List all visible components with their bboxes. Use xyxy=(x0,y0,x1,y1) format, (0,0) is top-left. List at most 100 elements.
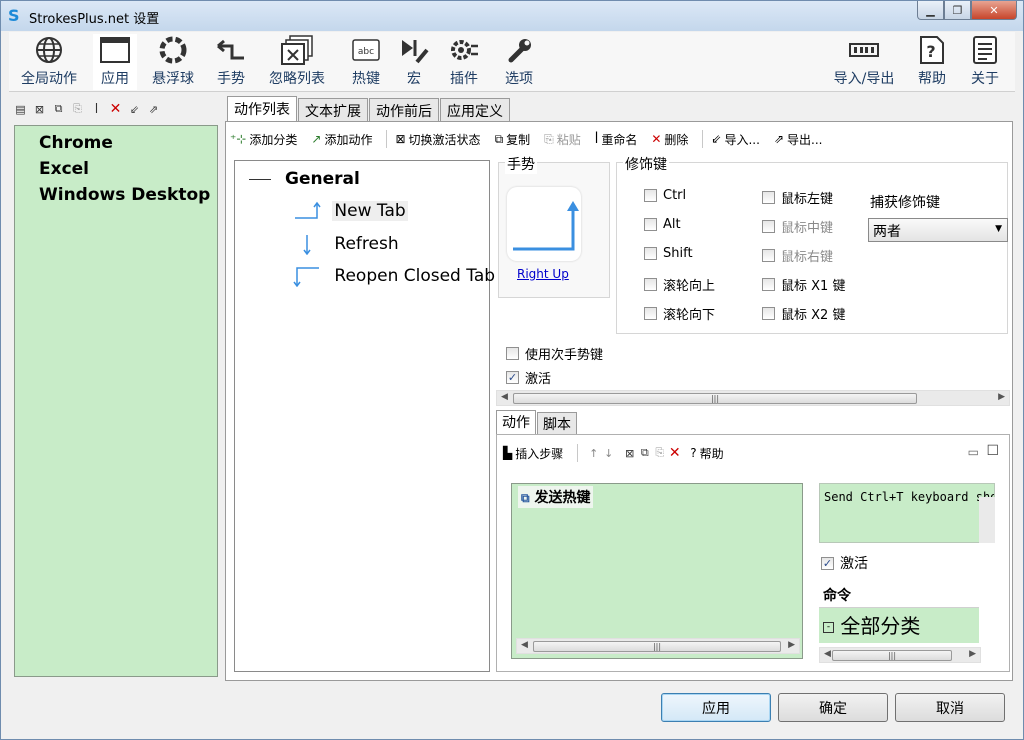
insert-step-button[interactable]: ▙ 插入步骤 xyxy=(503,445,563,462)
ctrl-checkbox[interactable]: Ctrl xyxy=(644,188,686,203)
app-item-excel[interactable]: Excel xyxy=(37,156,217,182)
about-button[interactable]: 关于 xyxy=(965,34,1005,90)
move-down-icon[interactable]: ↓ xyxy=(601,446,616,461)
step-help-button[interactable]: ? 帮助 xyxy=(690,445,723,462)
scroll-left-icon[interactable]: ◀ xyxy=(521,640,528,650)
toggle-app-icon[interactable]: ⊠ xyxy=(32,102,47,117)
command-list[interactable]: - 全部分类 xyxy=(819,607,979,643)
tab-before-after[interactable]: 动作前后 xyxy=(369,98,439,121)
global-actions-button[interactable]: 全局动作 xyxy=(17,34,81,90)
mouse-right-checkbox[interactable]: 鼠标右键 xyxy=(762,246,833,265)
export-app-icon[interactable]: ⇗ xyxy=(146,102,161,117)
scroll-left-icon[interactable]: ◀ xyxy=(501,392,508,402)
minimize-panel-icon[interactable]: ▭ xyxy=(968,445,979,459)
tab-actions[interactable]: 动作 xyxy=(496,410,536,434)
minimize-button[interactable]: ▁ xyxy=(917,1,944,20)
mouse-middle-checkbox[interactable]: 鼠标中键 xyxy=(762,217,833,236)
details-horizontal-scrollbar[interactable]: ◀ ||| ▶ xyxy=(496,390,1010,406)
ok-button[interactable]: 确定 xyxy=(778,693,888,722)
scroll-right-icon[interactable]: ▶ xyxy=(969,649,976,659)
capture-modifiers-select[interactable]: 两者 ▼ xyxy=(868,218,1008,242)
scrollbar-thumb[interactable]: ||| xyxy=(533,641,781,652)
maximize-button[interactable]: ❐ xyxy=(944,1,971,20)
command-horizontal-scrollbar[interactable]: ◀ ||| ▶ xyxy=(819,647,981,663)
options-button[interactable]: 选项 xyxy=(501,34,537,90)
toggle-active-button[interactable]: ⊠ 切换激活状态 xyxy=(395,131,480,148)
delete-button[interactable]: ✕ 删除 xyxy=(651,131,688,148)
gestures-button[interactable]: 手势 xyxy=(211,34,251,90)
delete-app-icon[interactable]: ✕ xyxy=(108,101,123,117)
ignore-list-button[interactable]: 忽略列表 xyxy=(265,34,329,90)
floater-button[interactable]: 悬浮球 xyxy=(149,34,197,90)
toggle-step-icon[interactable]: ⊠ xyxy=(622,446,637,461)
apps-list[interactable]: Chrome Excel Windows Desktop xyxy=(14,125,218,677)
gesture-name-link[interactable]: Right Up xyxy=(517,267,569,281)
steps-horizontal-scrollbar[interactable]: ◀ ||| ▶ xyxy=(516,638,800,654)
mouse-x1-checkbox[interactable]: 鼠标 X1 键 xyxy=(762,275,845,294)
tab-script[interactable]: 脚本 xyxy=(537,412,577,434)
tab-text-expansion[interactable]: 文本扩展 xyxy=(298,98,368,121)
export-button[interactable]: ⇗ 导出... xyxy=(774,131,823,148)
alt-checkbox[interactable]: Alt xyxy=(644,217,681,232)
rename-button[interactable]: ꟾ 重命名 xyxy=(595,131,638,148)
mouse-x2-checkbox[interactable]: 鼠标 X2 键 xyxy=(762,304,845,323)
action-active-checkbox[interactable]: ✓ 激活 xyxy=(506,368,551,387)
help-button[interactable]: ? 帮助 xyxy=(915,34,949,90)
collapse-icon[interactable]: - xyxy=(823,622,834,633)
close-button[interactable]: ✕ xyxy=(971,1,1017,20)
app-item-chrome[interactable]: Chrome xyxy=(39,133,113,153)
shift-checkbox[interactable]: Shift xyxy=(644,246,693,261)
import-button[interactable]: ⇙ 导入... xyxy=(711,131,760,148)
scroll-left-icon[interactable]: ◀ xyxy=(824,649,831,659)
add-action-button[interactable]: ↗ 添加动作 xyxy=(311,131,372,148)
import-export-button[interactable]: 导入/导出 xyxy=(829,34,899,90)
description-scrollbar[interactable] xyxy=(979,497,995,543)
paste-button[interactable]: ⎘ 粘贴 xyxy=(544,131,581,148)
maximize-panel-icon[interactable]: ☐ xyxy=(986,443,999,459)
scroll-right-icon[interactable]: ▶ xyxy=(998,392,1005,402)
hotkeys-button[interactable]: abc 热键 xyxy=(345,34,387,90)
gesture-preview[interactable] xyxy=(507,187,581,261)
paste-step-icon[interactable]: ⎘ xyxy=(652,446,667,461)
tab-app-definition[interactable]: 应用定义 xyxy=(440,98,510,121)
rename-icon: ꟾ xyxy=(594,132,599,146)
tree-item[interactable]: Refresh xyxy=(293,233,399,256)
plugins-button[interactable]: 插件 xyxy=(447,34,481,90)
steps-list[interactable]: ⧉ 发送热键 ◀ ||| ▶ xyxy=(511,483,803,659)
tree-item[interactable]: Reopen Closed Tab xyxy=(293,265,495,288)
wheel-down-checkbox[interactable]: 滚轮向下 xyxy=(644,304,715,323)
copy-button[interactable]: ⧉ 复制 xyxy=(495,131,531,148)
add-category-button[interactable]: ⁺⊹ 添加分类 xyxy=(230,131,297,148)
secondary-key-checkbox[interactable]: 使用次手势键 xyxy=(506,344,603,363)
step-active-checkbox[interactable]: ✓ 激活 xyxy=(821,553,868,573)
delete-step-icon[interactable]: ✕ xyxy=(667,445,682,461)
scroll-right-icon[interactable]: ▶ xyxy=(788,640,795,650)
tree-item[interactable]: New Tab xyxy=(293,201,408,221)
tree-category[interactable]: General xyxy=(249,169,360,189)
import-app-icon[interactable]: ⇙ xyxy=(127,102,142,117)
apply-button[interactable]: 应用 xyxy=(661,693,771,722)
steps-toolbar: ▙ 插入步骤 ↑ ↓ ⊠ ⧉ ⎘ ✕ ? 帮助 xyxy=(503,443,738,463)
apps-button[interactable]: 应用 xyxy=(93,34,137,90)
copy-step-icon[interactable]: ⧉ xyxy=(637,446,652,461)
scrollbar-thumb[interactable]: ||| xyxy=(513,393,917,404)
wheel-up-checkbox[interactable]: 滚轮向上 xyxy=(644,275,715,294)
add-app-icon[interactable]: ▤ xyxy=(13,102,28,117)
delete-icon: ✕ xyxy=(651,132,662,146)
macros-button[interactable]: 宏 xyxy=(399,34,429,90)
title-bar[interactable]: S StrokesPlus.net 设置 ▁ ❐ ✕ xyxy=(1,1,1023,31)
paste-app-icon[interactable]: ⎘ xyxy=(70,102,85,117)
collapse-icon[interactable] xyxy=(249,178,271,180)
rename-app-icon[interactable]: ꟾ xyxy=(89,102,104,117)
tab-action-list[interactable]: 动作列表 xyxy=(227,96,297,121)
cancel-button[interactable]: 取消 xyxy=(895,693,1005,722)
app-item-windows-desktop[interactable]: Windows Desktop xyxy=(37,182,217,208)
mouse-left-checkbox[interactable]: 鼠标左键 xyxy=(762,188,833,207)
copy-app-icon[interactable]: ⧉ xyxy=(51,102,66,117)
step-description[interactable]: Send Ctrl+T keyboard shortcut xyxy=(819,483,995,543)
scrollbar-thumb[interactable]: ||| xyxy=(832,650,952,661)
step-item[interactable]: ⧉ 发送热键 xyxy=(518,486,594,508)
move-up-icon[interactable]: ↑ xyxy=(586,446,601,461)
action-tree[interactable]: General New Tab Refresh Reopen Closed Ta… xyxy=(234,160,495,672)
import-icon: ⇙ xyxy=(711,132,722,146)
